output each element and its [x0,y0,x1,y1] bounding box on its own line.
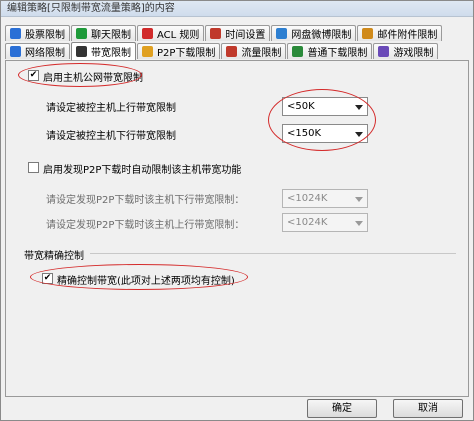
download-icon [292,46,304,57]
stock-icon [10,28,21,39]
tab-label: 流量限制 [241,48,282,59]
p2p-down-limit-label: 请设定发现P2P下载时该主机下行带宽限制： [46,195,245,206]
tab-label: 网盘微博限制 [291,30,352,41]
tab-stock[interactable]: 股票限制 [5,25,70,41]
tab-bandwidth[interactable]: 带宽限制 [71,42,136,60]
group-title: 带宽精确控制 [24,251,84,262]
p2p-up-limit-label: 请设定发现P2P下载时该主机上行带宽限制： [46,220,245,231]
group-divider [90,253,456,254]
game-icon [378,46,390,57]
p2p-auto-limit-checkbox[interactable] [28,162,39,173]
network-icon [10,46,21,57]
p2p-icon [142,46,153,57]
cancel-button[interactable]: 取消 [393,399,463,418]
p2p-auto-limit-label: 启用发现P2P下载时自动限制该主机带宽功能 [43,165,242,176]
tab-label: 股票限制 [25,30,65,41]
p2p-down-limit-select[interactable]: <1024K [282,189,368,208]
window-title: 编辑策略[只限制带宽流量策略]的内容 [1,1,473,17]
chat-icon [76,28,87,39]
tab-label: 游戏限制 [393,48,434,59]
mail-icon [362,28,374,39]
tab-chat[interactable]: 聊天限制 [71,25,136,41]
traffic-icon [226,46,238,57]
tab-label: 网络限制 [25,48,65,59]
download-limit-label: 请设定被控主机下行带宽限制 [46,131,176,142]
tab-label: 邮件附件限制 [377,30,438,41]
tab-label: 带宽限制 [91,48,131,59]
acl-icon [142,28,153,39]
tab-mail[interactable]: 邮件附件限制 [357,25,443,41]
tab-label: ACL 规则 [157,30,200,41]
ok-button[interactable]: 确定 [307,399,377,418]
tab-label: P2P下载限制 [157,48,216,59]
tab-traffic[interactable]: 流量限制 [221,43,287,59]
p2p-down-limit-value: <1024K [287,193,328,204]
tab-p2p[interactable]: P2P下载限制 [137,43,221,59]
p2p-up-limit-select[interactable]: <1024K [282,213,368,232]
chevron-down-icon [355,197,363,202]
highlight-ring [30,264,248,290]
highlight-ring [268,89,376,151]
tab-label: 普通下载限制 [307,48,368,59]
tab-label: 聊天限制 [91,30,131,41]
upload-limit-label: 请设定被控主机上行带宽限制 [46,103,176,114]
cloud-disk-icon [276,28,288,39]
highlight-ring [18,63,142,87]
bandwidth-panel: ✔ 启用主机公网带宽限制 请设定被控主机上行带宽限制 <50K 请设定被控主机下… [5,60,469,397]
tab-label: 时间设置 [225,30,266,41]
clock-icon [210,28,222,39]
tab-row-2: 网络限制 带宽限制 P2P下载限制 流量限制 普通下载限制 游戏限制 [5,42,439,60]
dialog-window: 编辑策略[只限制带宽流量策略]的内容 股票限制 聊天限制 ACL 规则 时间设置… [0,0,474,421]
bandwidth-icon [76,46,87,57]
tab-acl[interactable]: ACL 规则 [137,25,205,41]
tab-cloud-disk[interactable]: 网盘微博限制 [271,25,357,41]
chevron-down-icon [355,221,363,226]
tab-row-1: 股票限制 聊天限制 ACL 规则 时间设置 网盘微博限制 邮件附件限制 [5,25,443,42]
tab-network[interactable]: 网络限制 [5,43,70,59]
p2p-up-limit-value: <1024K [287,217,328,228]
tab-time[interactable]: 时间设置 [205,25,271,41]
tab-download[interactable]: 普通下载限制 [287,43,373,59]
tab-game[interactable]: 游戏限制 [373,43,439,59]
